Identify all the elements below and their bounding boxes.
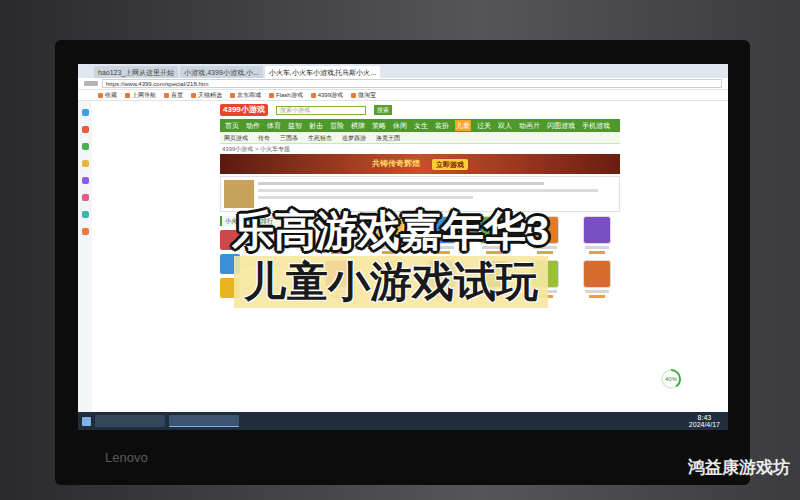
taskbar-item[interactable] — [95, 415, 165, 427]
text-line — [585, 246, 609, 249]
intro-lines — [258, 180, 616, 208]
nav-item[interactable]: 策略 — [371, 120, 387, 131]
side-toolbar — [78, 101, 92, 412]
game-tile[interactable] — [574, 260, 620, 298]
site-header: 4399小游戏搜索小游戏搜索 — [220, 101, 620, 119]
bookmark-icon — [230, 93, 235, 98]
speed-ball[interactable]: 40% — [660, 368, 682, 390]
stars-line — [589, 251, 605, 254]
bookmarks-bar: 收藏 上网导航 百度 天猫精选 京东商城 Flash游戏 4399游戏 微淘宝 — [78, 90, 728, 101]
sub-nav-item[interactable]: 网页游戏 — [224, 135, 248, 141]
nav-item[interactable]: 休闲 — [392, 120, 408, 131]
nav-item[interactable]: 女生 — [413, 120, 429, 131]
clock-time: 8:43 — [698, 414, 712, 421]
sub-nav-item[interactable]: 传奇 — [258, 135, 270, 141]
text-line — [258, 196, 473, 199]
stars-line — [589, 295, 605, 298]
nav-item[interactable]: 闪图游戏 — [546, 120, 576, 131]
bookmark[interactable]: 天猫精选 — [191, 92, 222, 98]
bookmark[interactable]: 4399游戏 — [311, 92, 343, 98]
ad-banner[interactable]: 共铸传奇辉煌 立即游戏 — [220, 154, 620, 174]
video-title-overlay: 乐高游戏嘉年华3儿童小游戏试玩 — [228, 208, 553, 308]
sub-nav: 网页游戏 传奇 三国杀 生死狙击 造梦西游 洛克王国 — [220, 132, 620, 144]
monitor-brand: Lenovo — [105, 451, 148, 464]
nav-arrows-icon[interactable] — [84, 81, 98, 86]
nav-item[interactable]: 体育 — [266, 120, 282, 131]
browser-tab[interactable]: hao123_上网从这里开始 — [94, 66, 178, 78]
start-icon[interactable] — [82, 417, 91, 426]
speed-reading: 40% — [665, 376, 677, 382]
tool-icon[interactable] — [82, 211, 89, 218]
nav-item[interactable]: 装扮 — [434, 120, 450, 131]
nav-item[interactable]: 射击 — [308, 120, 324, 131]
sub-nav-item[interactable]: 洛克王国 — [376, 135, 400, 141]
site-logo[interactable]: 4399小游戏 — [220, 104, 268, 116]
bookmark-icon — [311, 93, 316, 98]
nav-item[interactable]: 棋牌 — [350, 120, 366, 131]
clock[interactable]: 8:432024/4/17 — [689, 414, 724, 429]
taskbar: 8:432024/4/17 — [78, 412, 728, 430]
search-button[interactable]: 搜索 — [374, 105, 392, 115]
nav-item[interactable]: 动作 — [245, 120, 261, 131]
tool-icon[interactable] — [82, 177, 89, 184]
banner-text: 共铸传奇辉煌 — [372, 160, 420, 168]
bookmark-icon — [351, 93, 356, 98]
bookmark[interactable]: Flash游戏 — [269, 92, 303, 98]
video-title: 乐高游戏嘉年华3 — [228, 208, 553, 254]
bookmark[interactable]: 百度 — [164, 92, 183, 98]
game-tile[interactable] — [574, 216, 620, 254]
address-row: https://www.4399.com/special/218.htm — [78, 78, 728, 90]
bookmark-icon — [125, 93, 130, 98]
browser-tab[interactable]: 小火车,小火车小游戏,托马斯小火... — [265, 66, 381, 78]
nav-item[interactable]: 过关 — [476, 120, 492, 131]
bookmark[interactable]: 收藏 — [98, 92, 117, 98]
intro-box — [220, 176, 620, 212]
nav-item[interactable]: 双人 — [497, 120, 513, 131]
tool-icon[interactable] — [82, 109, 89, 116]
address-bar[interactable]: https://www.4399.com/special/218.htm — [102, 79, 722, 88]
text-line — [585, 290, 609, 293]
sub-nav-item[interactable]: 三国杀 — [280, 135, 298, 141]
tab-bar: hao123_上网从这里开始小游戏,4399小游戏,小...小火车,小火车小游戏… — [78, 64, 728, 78]
tool-icon[interactable] — [82, 143, 89, 150]
nav-item[interactable]: 手机游戏 — [581, 120, 611, 131]
video-subtitle: 儿童小游戏试玩 — [234, 256, 548, 308]
bookmark-icon — [164, 93, 169, 98]
tool-icon[interactable] — [82, 160, 89, 167]
nav-item[interactable]: 儿童 — [455, 120, 471, 131]
tool-icon[interactable] — [82, 194, 89, 201]
video-subtitle-text: 儿童小游戏试玩 — [244, 258, 538, 305]
game-thumbnail — [583, 216, 611, 244]
bottom-bezel: Lenovo — [78, 430, 727, 485]
bookmark[interactable]: 上网导航 — [125, 92, 156, 98]
tool-icon[interactable] — [82, 228, 89, 235]
bookmark-icon — [191, 93, 196, 98]
nav-item[interactable]: 动画片 — [518, 120, 541, 131]
bookmark-icon — [269, 93, 274, 98]
nav-item[interactable]: 冒险 — [329, 120, 345, 131]
search-box[interactable]: 搜索小游戏 — [276, 106, 366, 115]
text-line — [258, 189, 598, 192]
clock-date: 2024/4/17 — [689, 421, 720, 428]
intro-thumbnail — [224, 180, 254, 208]
breadcrumb: 4399小游戏 > 小火车专题 — [220, 144, 620, 154]
bookmark[interactable]: 京东商城 — [230, 92, 261, 98]
photo: hao123_上网从这里开始小游戏,4399小游戏,小...小火车,小火车小游戏… — [0, 0, 800, 500]
watermark: 鸿益康游戏坊 — [688, 459, 790, 476]
nav-item[interactable]: 益智 — [287, 120, 303, 131]
game-thumbnail — [583, 260, 611, 288]
banner-button[interactable]: 立即游戏 — [432, 159, 468, 170]
nav-item[interactable]: 首页 — [224, 120, 240, 131]
sub-nav-item[interactable]: 生死狙击 — [308, 135, 332, 141]
sub-nav-item[interactable]: 造梦西游 — [342, 135, 366, 141]
text-line — [258, 182, 544, 185]
browser-tab[interactable]: 小游戏,4399小游戏,小... — [180, 66, 262, 78]
bookmark[interactable]: 微淘宝 — [351, 92, 376, 98]
taskbar-item[interactable] — [169, 415, 239, 427]
tool-icon[interactable] — [82, 126, 89, 133]
main-nav: 首页动作体育益智射击冒险棋牌策略休闲女生装扮儿童过关双人动画片闪图游戏手机游戏 — [220, 119, 620, 132]
bookmark-icon — [98, 93, 103, 98]
